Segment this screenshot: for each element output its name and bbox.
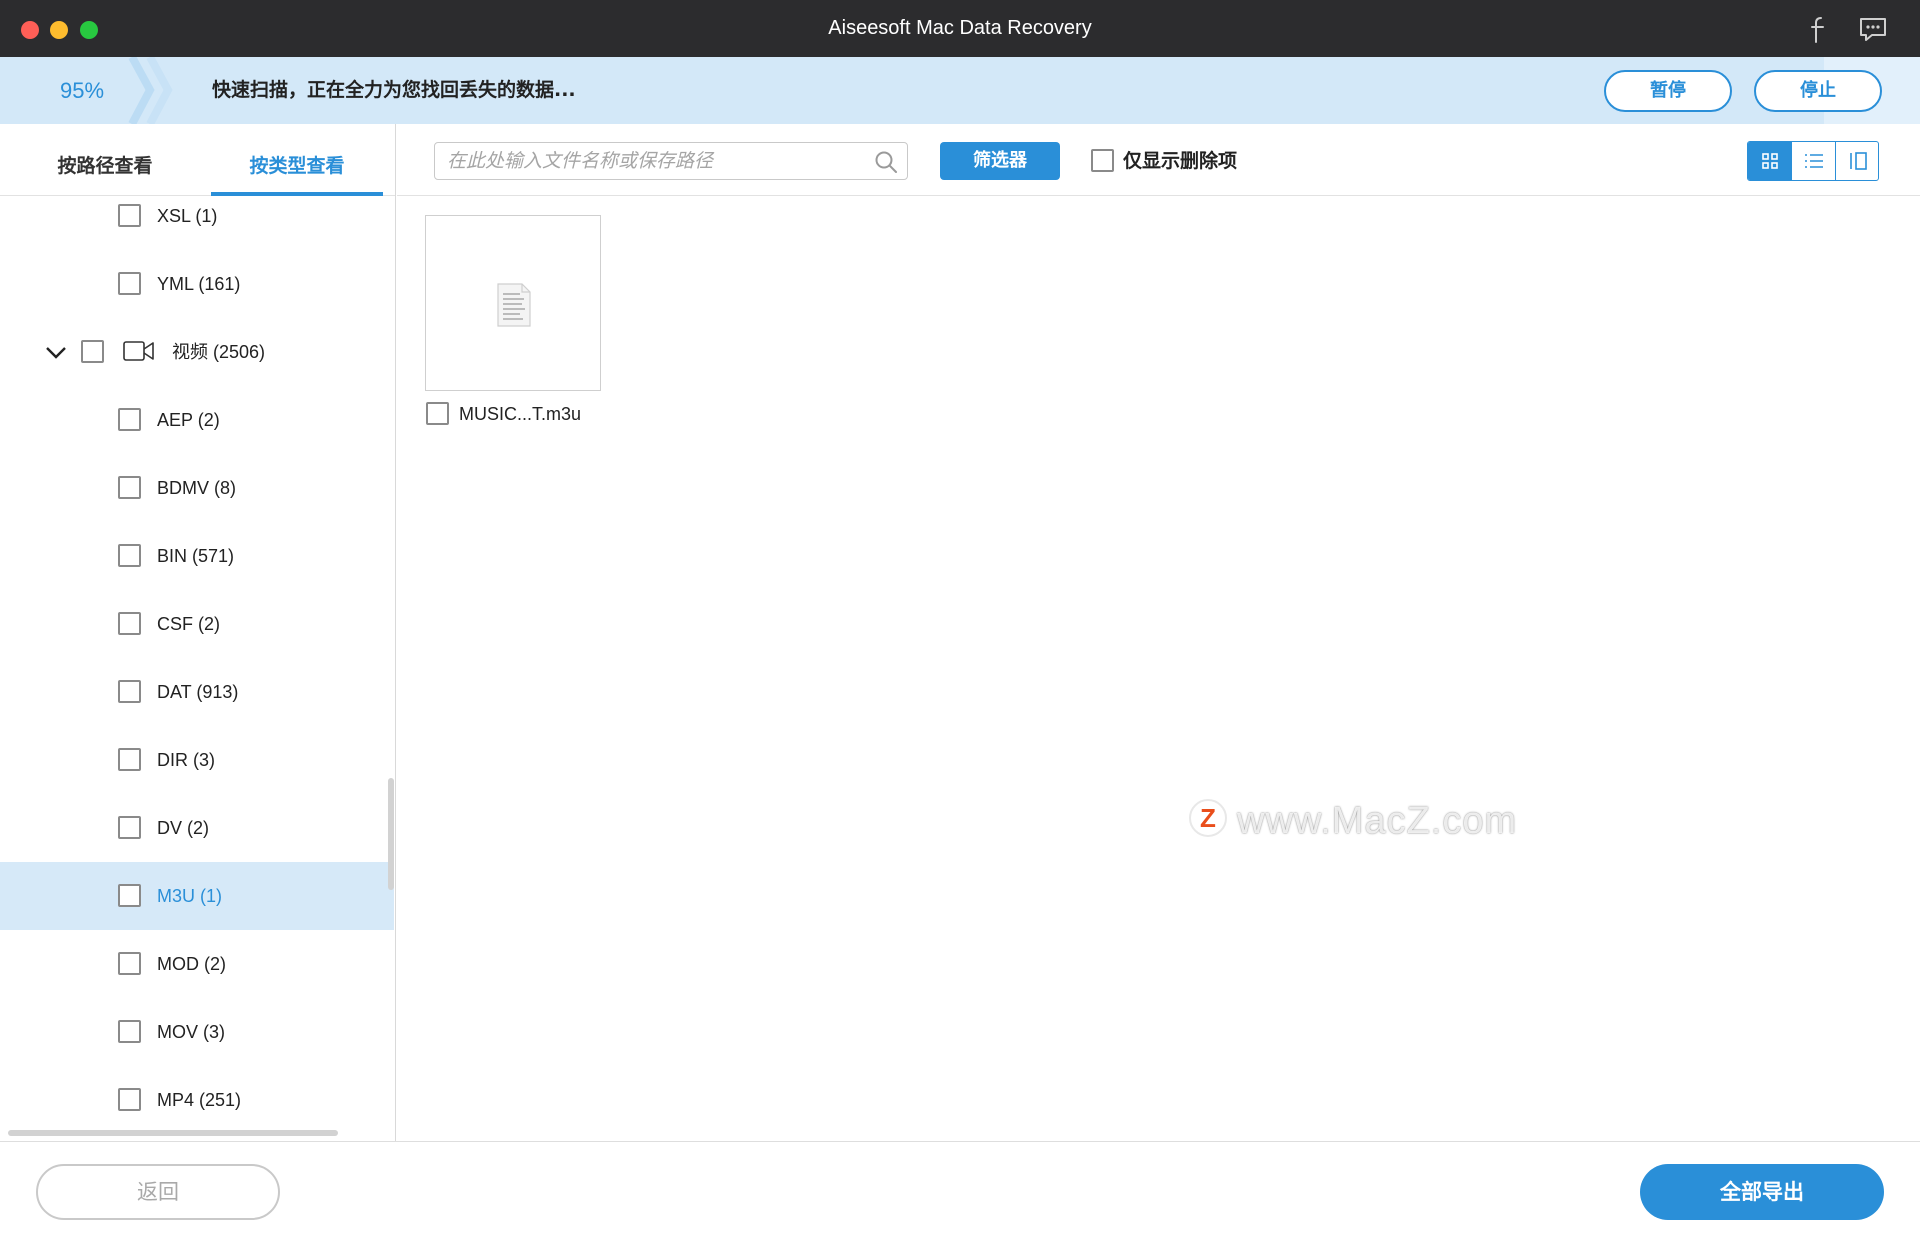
tree-item-checkbox[interactable] (118, 544, 141, 567)
search-icon[interactable] (873, 149, 899, 175)
grid-view-icon (1762, 153, 1778, 169)
tree-item-row[interactable]: BDMV (8) (0, 454, 394, 522)
content-toolbar: 筛选器 仅显示删除项 (397, 124, 1920, 196)
tree-item-row[interactable]: YML (161) (0, 250, 394, 318)
tree-item-label: CSF (2) (157, 614, 220, 634)
scan-percent: 95% (60, 78, 105, 103)
tree-item-row[interactable]: DV (2) (0, 794, 394, 862)
search-box (434, 142, 908, 180)
tree-item-row[interactable]: M3U (1) (0, 862, 394, 930)
sidebar: 按路径查看 按类型查看 XSL (1) YML (161) 视频 (2506) AEP… (0, 124, 396, 1141)
tree-item-row[interactable]: MOD (2) (0, 930, 394, 998)
sidebar-horizontal-scrollbar[interactable] (8, 1130, 338, 1136)
tree-item-checkbox[interactable] (118, 884, 141, 907)
tree-item-label: MOV (3) (157, 1022, 226, 1042)
video-camera-icon (123, 341, 154, 361)
tree-item-label: AEP (2) (157, 410, 220, 430)
pause-button[interactable]: 暂停 (1604, 70, 1732, 112)
tree-item-label: BIN (571) (157, 546, 235, 566)
list-view-icon (1805, 154, 1824, 168)
tree-item-checkbox[interactable] (118, 748, 141, 771)
tree-item-checkbox[interactable] (81, 340, 104, 363)
watermark-text: www.MacZ.com (1237, 800, 1518, 842)
filter-button[interactable]: 筛选器 (940, 142, 1060, 180)
deleted-only-checkbox[interactable] (1091, 149, 1114, 172)
tree-item-label: M3U (1) (157, 886, 223, 906)
tree-item-row[interactable]: DAT (913) (0, 658, 394, 726)
export-all-button[interactable]: 全部导出 (1640, 1164, 1884, 1220)
tree-item-label: 视频 (2506) (172, 342, 266, 362)
tree-item-checkbox[interactable] (118, 272, 141, 295)
tree-item-row[interactable]: BIN (571) (0, 522, 394, 590)
tree-item-checkbox[interactable] (118, 408, 141, 431)
back-button[interactable]: 返回 (36, 1164, 280, 1220)
tree-item-checkbox[interactable] (118, 476, 141, 499)
title-bar: Aiseesoft Mac Data Recovery (0, 0, 1920, 57)
detail-view-icon (1849, 152, 1867, 170)
tree-item-checkbox[interactable] (118, 204, 141, 227)
tree-item-label: MP4 (251) (157, 1090, 242, 1110)
feedback-chat-icon[interactable] (1858, 14, 1888, 44)
tree-item-row[interactable]: CSF (2) (0, 590, 394, 658)
watermark-logo: Z (1189, 799, 1227, 837)
file-name: MUSIC...T.m3u (459, 404, 582, 424)
tree-item-checkbox[interactable] (118, 952, 141, 975)
search-input[interactable] (447, 147, 867, 175)
scan-status-message: 快速扫描，正在全力为您找回丢失的数据... (212, 79, 576, 101)
tree-item-row[interactable]: AEP (2) (0, 386, 394, 454)
facebook-icon[interactable] (1808, 14, 1828, 44)
grid-view-button[interactable] (1748, 142, 1792, 180)
tree-item-label: DAT (913) (157, 682, 239, 702)
tree-item-row[interactable]: XSL (1) (0, 182, 394, 250)
tree-item-checkbox[interactable] (118, 1088, 141, 1111)
list-view-button[interactable] (1791, 142, 1834, 180)
tree-item-checkbox[interactable] (118, 1020, 141, 1043)
footer-bar: 返回 全部导出 (0, 1141, 1920, 1244)
file-thumbnail[interactable] (425, 215, 601, 391)
deleted-only-label: 仅显示删除项 (1123, 150, 1238, 172)
tree-item-checkbox[interactable] (118, 680, 141, 703)
tree-category-row[interactable]: 视频 (2506) (0, 318, 394, 386)
scan-progress-bar: 95% 快速扫描，正在全力为您找回丢失的数据... 暂停 停止 (0, 57, 1920, 124)
tree-item-label: DIR (3) (157, 750, 215, 770)
progress-chevrons-icon (128, 57, 173, 124)
tree-item-row[interactable]: MOV (3) (0, 998, 394, 1066)
tree-item-label: DV (2) (157, 818, 210, 838)
tree-item-checkbox[interactable] (118, 612, 141, 635)
window-title: Aiseesoft Mac Data Recovery (828, 17, 1092, 39)
tree-item-label: BDMV (8) (157, 478, 237, 498)
tree-item-label: MOD (2) (157, 954, 226, 974)
file-checkbox[interactable] (426, 402, 449, 425)
file-type-tree: XSL (1) YML (161) 视频 (2506) AEP (2) BDMV (8)… (0, 196, 395, 1136)
tree-item-label: XSL (1) (157, 206, 218, 226)
watermark-logo-letter: Z (1200, 803, 1216, 833)
view-switcher (1747, 141, 1879, 181)
tree-item-label: YML (161) (157, 274, 241, 294)
stop-button[interactable]: 停止 (1754, 70, 1882, 112)
tree-item-row[interactable]: DIR (3) (0, 726, 394, 794)
chevron-down-icon[interactable] (44, 340, 68, 364)
tree-item-row[interactable]: MP4 (251) (0, 1066, 394, 1134)
tree-item-checkbox[interactable] (118, 816, 141, 839)
detail-view-button[interactable] (1834, 142, 1878, 180)
sidebar-vertical-scrollbar[interactable] (388, 778, 394, 890)
file-grid: MUSIC...T.m3u Z www.MacZ.com (397, 197, 1920, 1141)
document-thumbnail-icon (497, 283, 531, 327)
